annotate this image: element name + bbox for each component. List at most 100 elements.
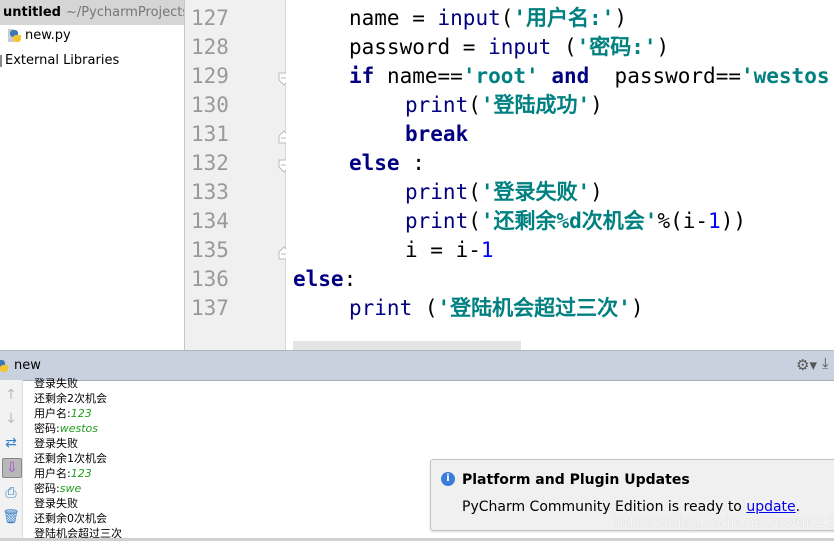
- line-number: 128: [191, 35, 229, 59]
- print-icon[interactable]: ⎙: [2, 484, 20, 502]
- console-text: 还剩余1次机会: [34, 452, 107, 465]
- code-token: (: [468, 93, 481, 117]
- code-token: ): [656, 35, 670, 59]
- code-token: print: [349, 296, 413, 320]
- console-line: 用户名:123: [34, 406, 122, 421]
- trash-icon[interactable]: 🗑: [2, 508, 20, 526]
- project-root[interactable]: untitled ~/PycharmProjects: [0, 0, 184, 25]
- console-line: 还剩余0次机会: [34, 511, 122, 526]
- line-number: 137: [191, 296, 229, 320]
- code-token: (: [551, 35, 577, 59]
- console-line: 密码:westos: [34, 421, 122, 436]
- console-user-input: westos: [59, 422, 98, 435]
- line-number: 134: [191, 209, 229, 233]
- tree-item-external-libraries[interactable]: External Libraries: [0, 53, 119, 68]
- console-output[interactable]: 登录失败 还剩余2次机会 用户名:123 密码:westos 登录失败 还剩余1次机会 用户…: [34, 376, 122, 541]
- code-token: (: [500, 6, 514, 30]
- console-line: 用户名:123: [34, 466, 122, 481]
- code-token: 'root': [462, 64, 539, 88]
- code-token: print: [405, 209, 469, 233]
- console-user-input: 123: [70, 407, 92, 420]
- project-path: ~/PycharmProjects: [65, 5, 184, 20]
- code-token: '登录失败': [480, 180, 591, 204]
- console-text: 密码:: [34, 482, 60, 495]
- library-icon: [0, 54, 2, 67]
- code-token: (: [412, 296, 438, 320]
- console-text: 用户名:: [34, 407, 71, 420]
- run-toolbar: ↑ ↓ ⇄ ⇩ ⎙ 🗑: [0, 380, 23, 541]
- console-user-input: 123: [70, 467, 92, 480]
- console-text: 登录失败: [34, 437, 78, 450]
- code-line[interactable]: i = i-1: [405, 236, 494, 265]
- project-panel: untitled ~/PycharmProjects new.py Extern…: [0, 0, 185, 350]
- code-token: 1: [480, 238, 494, 262]
- code-line[interactable]: if name=='root' and password=='westos':: [349, 62, 834, 91]
- code-line[interactable]: print('还剩余%d次机会'%(i-1)): [405, 207, 746, 236]
- code-line[interactable]: print('登陆成功'): [405, 91, 603, 120]
- run-tab-title[interactable]: new: [14, 358, 41, 373]
- console-line: 登录失败: [34, 436, 122, 451]
- code-token: 'westos': [740, 64, 834, 88]
- line-number: 130: [191, 93, 229, 117]
- line-number: 127: [191, 6, 229, 30]
- code-token: ): [614, 6, 627, 30]
- soft-wrap-icon[interactable]: ⇄: [2, 434, 20, 452]
- code-token: break: [405, 122, 469, 146]
- run-panel-header: new ⚙▾ ⤓: [0, 350, 834, 381]
- console-line: 还剩余1次机会: [34, 451, 122, 466]
- code-token: %(i-: [657, 209, 709, 233]
- code-editor[interactable]: name = input('用户名:') password = input ('密…: [286, 0, 834, 350]
- console-text: 用户名:: [34, 467, 71, 480]
- code-token: if: [349, 64, 375, 88]
- code-token: print: [405, 93, 469, 117]
- console-text: 密码:: [34, 422, 60, 435]
- line-number: 135: [191, 238, 229, 262]
- code-token: :: [343, 267, 357, 291]
- console-line: 登录失败: [34, 496, 122, 511]
- line-number: 131: [191, 122, 229, 146]
- tree-item-label: External Libraries: [5, 53, 120, 68]
- tree-item-new-py[interactable]: new.py: [8, 28, 71, 43]
- notification-title: Platform and Plugin Updates: [462, 472, 690, 488]
- gear-icon[interactable]: ⚙▾: [796, 356, 817, 374]
- python-file-icon: [8, 28, 21, 43]
- info-icon: i: [441, 472, 455, 486]
- horizontal-scrollbar[interactable]: [293, 341, 521, 350]
- code-token: input: [437, 6, 501, 30]
- console-text: 还剩余2次机会: [34, 392, 107, 405]
- code-line[interactable]: else:: [293, 265, 356, 294]
- project-name: untitled: [3, 5, 61, 20]
- code-line[interactable]: else :: [349, 149, 425, 178]
- code-token: :: [399, 151, 425, 175]
- code-token: password =: [349, 35, 489, 59]
- hide-panel-icon[interactable]: ⤓: [822, 354, 829, 372]
- console-line: 还剩余2次机会: [34, 391, 122, 406]
- code-token: name==: [374, 64, 463, 88]
- code-token: password==: [589, 64, 741, 88]
- line-number: 133: [191, 180, 229, 204]
- code-token: ): [590, 93, 603, 117]
- line-number: 129: [191, 64, 229, 88]
- code-token: '登陆机会超过三次': [437, 296, 631, 320]
- code-token: else: [349, 151, 400, 175]
- code-line[interactable]: print('登录失败'): [405, 178, 603, 207]
- python-run-icon: [0, 359, 8, 373]
- code-line[interactable]: name = input('用户名:'): [349, 4, 627, 33]
- up-arrow-icon[interactable]: ↑: [2, 386, 20, 404]
- code-token: '登陆成功': [480, 93, 591, 117]
- code-line[interactable]: break: [405, 120, 468, 149]
- line-number: 136: [191, 267, 229, 291]
- scroll-to-end-icon[interactable]: ⇩: [2, 458, 22, 478]
- code-token: (: [468, 209, 481, 233]
- code-token: i = i-: [405, 238, 481, 262]
- code-token: ): [630, 296, 644, 320]
- code-token: and: [551, 64, 590, 88]
- code-token: (: [468, 180, 481, 204]
- code-token: '用户名:': [513, 6, 615, 30]
- console-text: 登录失败: [34, 377, 78, 390]
- console-line: 登录失败: [34, 376, 122, 391]
- code-line[interactable]: password = input ('密码:'): [349, 33, 669, 62]
- down-arrow-icon[interactable]: ↓: [2, 410, 20, 428]
- code-token: )): [720, 209, 746, 233]
- code-line[interactable]: print ('登陆机会超过三次'): [349, 294, 643, 323]
